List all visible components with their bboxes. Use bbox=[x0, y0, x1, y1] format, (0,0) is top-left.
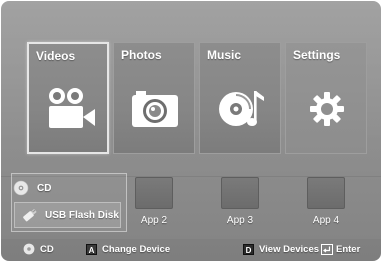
a-key-icon: A bbox=[86, 243, 97, 255]
app-3-label: App 3 bbox=[226, 215, 254, 226]
tile-music-label: Music bbox=[207, 48, 242, 62]
tile-photos-label: Photos bbox=[121, 48, 162, 62]
device-item-usb[interactable]: USB Flash Disk bbox=[14, 202, 121, 228]
current-device-label: CD bbox=[40, 243, 54, 255]
change-device-label: Change Device bbox=[102, 243, 171, 255]
tile-photos[interactable]: Photos bbox=[113, 42, 195, 154]
enter-hint[interactable]: Enter bbox=[321, 242, 360, 256]
current-device-hint: CD bbox=[23, 242, 54, 256]
app-3-tile[interactable] bbox=[221, 177, 259, 209]
app-2-label: App 2 bbox=[140, 215, 168, 226]
device-item-usb-label: USB Flash Disk bbox=[45, 209, 119, 221]
disc-icon bbox=[13, 180, 29, 196]
view-devices-label: View Devices bbox=[259, 243, 320, 255]
photo-camera-icon bbox=[132, 91, 178, 127]
device-item-cd-label: CD bbox=[37, 182, 52, 194]
change-device-hint[interactable]: A Change Device bbox=[86, 242, 170, 256]
home-screen: Videos Photos Music Settings CD USB Flas… bbox=[1, 1, 381, 261]
enter-label: Enter bbox=[336, 243, 361, 255]
tile-settings[interactable]: Settings bbox=[285, 42, 367, 154]
app-4-tile[interactable] bbox=[307, 177, 345, 209]
tile-videos[interactable]: Videos bbox=[27, 42, 109, 154]
d-key-icon: D bbox=[243, 243, 254, 255]
enter-icon bbox=[321, 243, 333, 255]
disc-icon bbox=[23, 243, 35, 255]
view-devices-hint[interactable]: D View Devices bbox=[243, 242, 319, 256]
tile-music[interactable]: Music bbox=[199, 42, 281, 154]
app-2-tile[interactable] bbox=[135, 177, 173, 209]
device-item-cd[interactable]: CD bbox=[13, 177, 51, 199]
gear-icon bbox=[310, 92, 344, 126]
music-disc-icon bbox=[219, 91, 264, 126]
tile-videos-label: Videos bbox=[36, 49, 76, 63]
tile-settings-label: Settings bbox=[293, 48, 341, 62]
usb-flash-drive-icon bbox=[23, 208, 37, 222]
app-4-label: App 4 bbox=[312, 215, 340, 226]
video-camera-icon bbox=[49, 88, 95, 128]
